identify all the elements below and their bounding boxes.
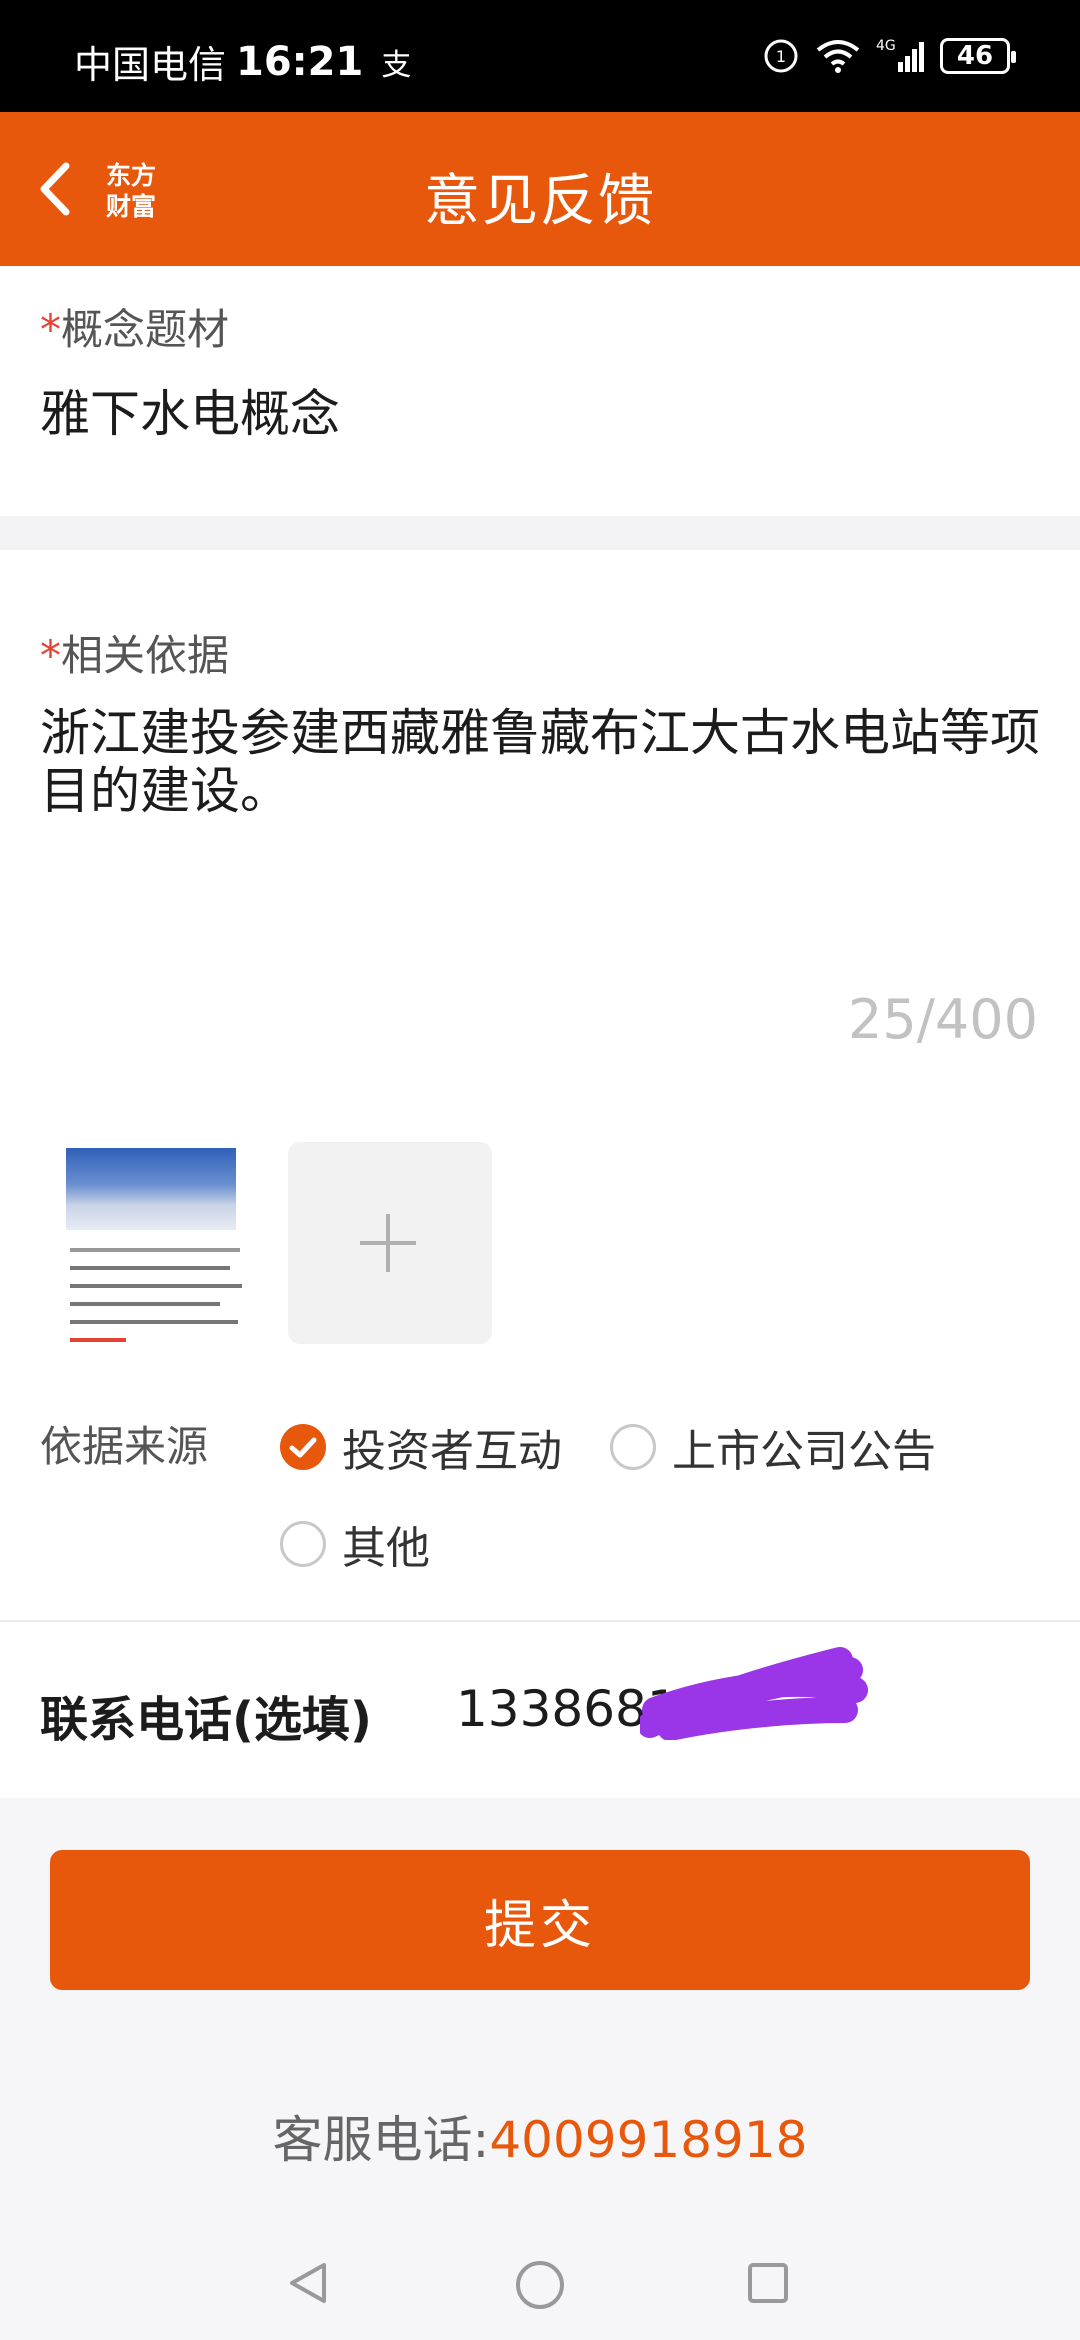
topic-section: *概念题材 雅下水电概念 [0, 266, 1080, 516]
status-bar: 中国电信 16:21 支 1 4G 46 [0, 0, 1080, 112]
required-mark: * [40, 305, 61, 354]
recents-square-icon[interactable] [744, 2259, 792, 2307]
thumb-text-line [70, 1284, 242, 1288]
thumb-text-line [70, 1302, 220, 1306]
basis-label: *相关依据 [40, 622, 229, 683]
radio-circle-icon [280, 1521, 326, 1567]
topic-label-text: 概念题材 [61, 305, 230, 354]
submit-button[interactable]: 提交 [50, 1850, 1030, 1990]
radio-label: 上市公司公告 [672, 1426, 936, 1477]
home-circle-icon[interactable] [514, 2259, 566, 2311]
radio-company-announcement[interactable]: 上市公司公告 [610, 1415, 936, 1479]
char-counter: 25/400 [848, 988, 1038, 1051]
add-image-button[interactable] [288, 1142, 492, 1344]
clock: 16:21 [236, 38, 364, 85]
thumb-text-line [70, 1248, 240, 1252]
thumb-text-line [70, 1266, 230, 1270]
thumb-text-line [70, 1320, 238, 1324]
svg-text:1: 1 [776, 47, 786, 66]
attachment-thumbnail[interactable] [66, 1148, 272, 1348]
status-left: 中国电信 16:21 支 [74, 34, 411, 89]
topic-label: *概念题材 [40, 296, 229, 357]
radio-investor-interaction[interactable]: 投资者互动 [280, 1415, 562, 1479]
basis-textarea[interactable]: 浙江建投参建西藏雅鲁藏布江大古水电站等项目的建设。 [40, 704, 1040, 820]
carrier-name: 中国电信 [74, 43, 227, 87]
radio-label: 投资者互动 [342, 1426, 562, 1477]
back-triangle-icon[interactable] [284, 2259, 332, 2307]
basis-label-text: 相关依据 [61, 631, 230, 680]
radio-other[interactable]: 其他 [280, 1512, 430, 1576]
svg-text:4G: 4G [876, 38, 896, 54]
customer-service: 客服电话:4009918918 [0, 2100, 1080, 2172]
alipay-icon: 支 [381, 47, 412, 83]
thumbnail-photo [66, 1148, 236, 1230]
contact-label: 联系电话(选填) [40, 1692, 372, 1748]
header-bar: 东方 财富 意见反馈 [0, 112, 1080, 266]
checkmark-icon [280, 1424, 326, 1470]
status-right: 1 4G 46 [762, 36, 1016, 76]
wifi-icon [816, 40, 860, 73]
system-navigation-bar [0, 2226, 1080, 2340]
redaction-scribble [640, 1647, 868, 1740]
topic-value[interactable]: 雅下水电概念 [40, 382, 340, 446]
hd-call-icon: 1 [764, 39, 798, 73]
signal-4g-icon: 4G [876, 38, 924, 72]
required-mark: * [40, 631, 61, 680]
thumb-text-line [70, 1338, 126, 1342]
plus-icon-vertical [386, 1214, 390, 1272]
section-divider [0, 516, 1080, 550]
service-label: 客服电话: [272, 2111, 490, 2169]
page-title: 意见反馈 [424, 169, 656, 234]
service-phone-link[interactable]: 4009918918 [489, 2111, 807, 2169]
radio-circle-icon [610, 1424, 656, 1470]
radio-label: 其他 [342, 1523, 430, 1574]
source-label: 依据来源 [40, 1422, 209, 1471]
battery-icon: 46 [940, 38, 1016, 74]
